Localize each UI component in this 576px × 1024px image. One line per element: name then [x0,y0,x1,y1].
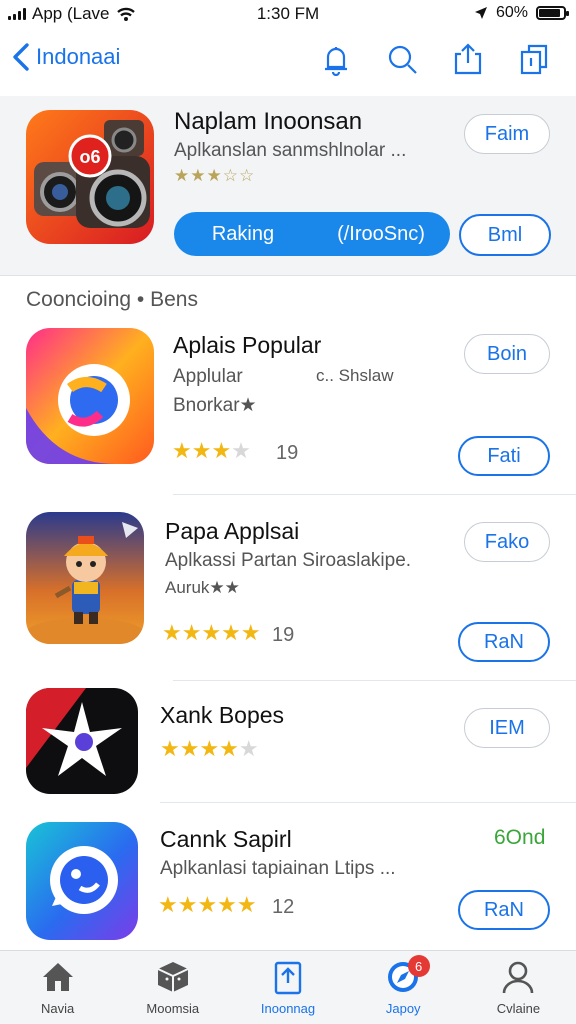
search-button[interactable] [382,40,422,78]
status-right: 60% [474,4,569,22]
chat-app-icon [26,822,138,940]
tab-cvlaine[interactable]: Cvlaine [461,951,576,1024]
app-icon [26,512,144,644]
nav-actions [316,40,554,78]
search-icon [388,45,417,74]
stars-filled: ★★★★★ [162,620,261,645]
app-name: Aplais Popular [173,332,322,358]
list-item[interactable]: Papa Applsai Aplkassi Partan Siroaslakip… [0,510,576,681]
share-icon [454,43,482,75]
featured-app-icon[interactable]: o6 [26,110,154,244]
action-button[interactable]: Fati [458,436,550,476]
segment-secondary[interactable]: (/IrooSnc) [312,212,450,256]
copy-button[interactable] [514,40,554,78]
chevron-left-icon [13,43,29,71]
copy-icon [520,44,548,75]
swirl-app-icon [26,328,154,464]
box-icon [157,962,189,992]
featured-app: o6 Naplam Inoonsan Aplkanslan sanmshlnol… [0,96,576,276]
tab-label: Japoy [385,1001,421,1016]
person-icon [503,961,534,994]
featured-secondary-button[interactable]: Bml [459,214,551,256]
segmented-control: Raking (/IrooSnc) [174,212,450,256]
star-rating: ★★★★★ [162,620,261,646]
app-extra: c.. Shslaw [316,366,394,385]
stars-dim: ★ [231,438,251,463]
status-bar: App (Lave 1:30 FM 60% [0,0,576,28]
star-rating: ★★★★ [172,438,251,464]
stars-filled: ★★★★★ [158,892,257,917]
get-button[interactable]: Fako [464,522,550,562]
app-icon [26,822,138,940]
app-name: Papa Applsai [165,518,300,544]
app-category: Aplkanlasi tapiainan Ltips ... [160,858,396,879]
stars-dim: ★ [238,736,259,761]
tab-moomsia[interactable]: Moomsia [115,951,230,1024]
app-developer: Auruk★★ [165,578,240,597]
tab-label: Moomsia [146,1001,200,1016]
action-button[interactable]: RaN [458,890,550,930]
share-button[interactable] [448,40,488,78]
list-item[interactable]: Xank Bopes ★★★★★ IEM [0,686,576,806]
battery-percent: 60% [495,4,528,21]
star-rating: ★★★★★ [160,736,259,762]
featured-app-title: Naplam Inoonsan [174,108,363,135]
app-category: Applular [173,366,243,387]
nav-bar: Indonaai [0,28,576,92]
get-button[interactable]: Boin [464,334,550,374]
featured-app-subtitle: Aplkanslan sanmshlnolar ... [174,140,407,161]
app-developer: Bnorkar★ [173,395,257,416]
action-button[interactable]: RaN [458,622,550,662]
rating-count: 19 [272,624,295,646]
bell-icon [325,47,347,76]
star-app-icon [26,688,138,794]
rating-count: 19 [276,442,299,464]
camera-collage-icon: o6 [26,110,154,244]
tab-japoy[interactable]: 6 Japoy [346,951,461,1024]
app-category: Aplkassi Partan Siroaslakipe. [165,550,412,571]
tab-label: Inoonnag [260,1001,316,1016]
app-icon [26,688,138,794]
notification-badge: 6 [407,955,430,977]
row-divider [173,494,576,495]
back-label: Indonaai [36,44,121,69]
battery-icon [536,6,569,20]
row-divider [160,802,576,803]
stars-filled: ★★★★ [160,736,239,761]
list-item[interactable]: Aplais Popular Applular c.. Shslaw Bnork… [0,326,576,496]
app-name: Cannk Sapirl [160,826,292,852]
svg-text:o6: o6 [79,147,100,167]
tab-label: Cvlaine [496,1001,541,1016]
star-rating: ★★★★★ [158,892,257,918]
get-button[interactable]: IEM [464,708,550,748]
tab-bar: Navia Moomsia Inoonnag 6 Japoy Cvlaine [0,950,576,1024]
app-icon [26,328,154,464]
home-icon [42,963,73,991]
price-label[interactable]: 6Ond [494,826,545,850]
list-item[interactable]: Cannk Sapirl Aplkanlasi tapiainan Ltips … [0,818,576,946]
back-button[interactable]: Indonaai [12,42,120,72]
row-divider [173,680,576,681]
featured-get-button[interactable]: Faim [464,114,550,154]
tab-inoonnag[interactable]: Inoonnag [230,951,345,1024]
tab-navia[interactable]: Navia [0,951,115,1024]
share-icon [274,961,302,995]
app-name: Xank Bopes [160,702,285,728]
location-icon [474,7,487,19]
featured-app-rating: ★★★☆☆ [174,166,256,185]
game-character-icon [26,512,144,644]
rating-count: 12 [272,896,295,918]
bell-button[interactable] [316,40,356,78]
stars-filled: ★★★ [172,438,232,463]
tab-label: Navia [40,1001,75,1016]
section-title: Cooncioing • Bens [26,288,198,311]
segment-ranking[interactable]: Raking [174,212,312,256]
